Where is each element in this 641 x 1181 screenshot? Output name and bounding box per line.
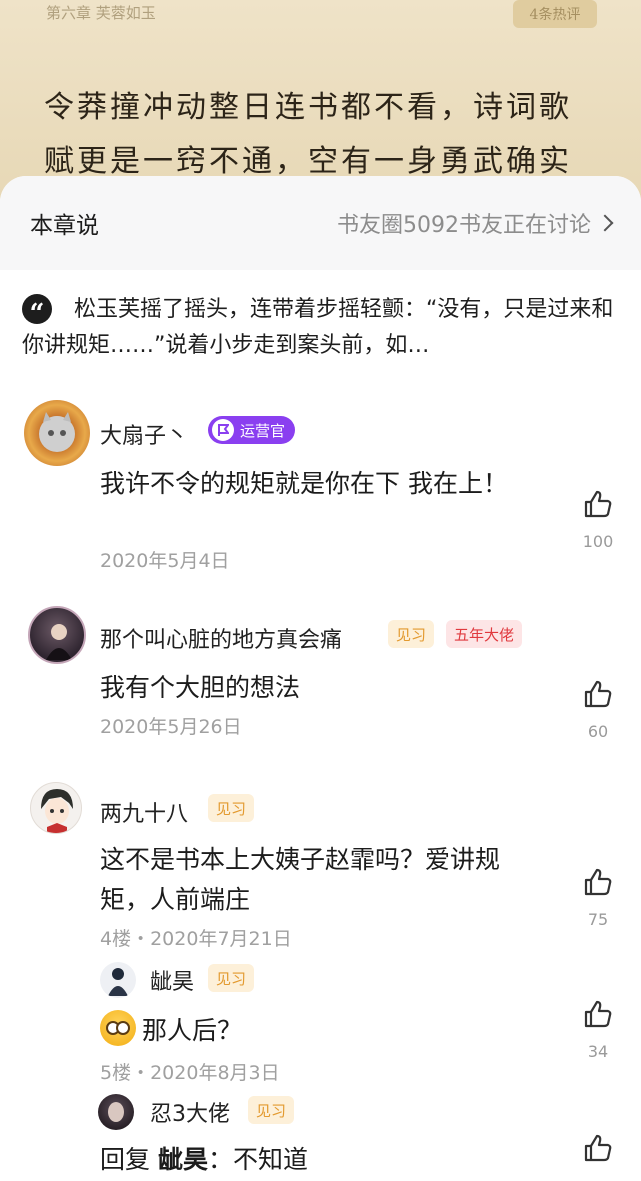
reply-text: 那人后？ (100, 1010, 540, 1051)
thumbs-up-icon (584, 1000, 612, 1028)
chapter-comments-sheet: 本章说 书友圈5092书友正在讨论 “ 松玉芙摇了摇头，连带着步摇轻颤：“没有，… (0, 176, 641, 1181)
comment-text: 这不是书本上大姨子赵霏吗？爱讲规矩，人前端庄 (100, 845, 501, 914)
comment-item: 那个叫心脏的地方真会痛 见习 五年大佬 我有个大胆的想法 2020年5月26日 … (0, 602, 641, 772)
like-count: 34 (587, 1042, 609, 1061)
flag-icon (212, 419, 234, 441)
quoted-passage-text: 松玉芙摇了摇头，连带着步摇轻颤：“没有，只是过来和你讲规矩……”说着小步走到案头… (22, 297, 614, 358)
thumbs-up-icon (584, 1134, 612, 1162)
figure-avatar-icon (108, 968, 128, 996)
badge-intern: 见习 (248, 1096, 295, 1124)
comment-meta: 5楼・2020年8月3日 (100, 1062, 280, 1084)
like-button[interactable] (578, 1132, 618, 1168)
comment-text: 我有个大胆的想法 (100, 673, 301, 702)
thumbs-up-icon (584, 868, 612, 896)
badge-operator: 运营官 (208, 416, 296, 444)
book-circle-label: 书友圈5092书友正在讨论 (337, 213, 591, 238)
reply-text-content: 那人后？ (142, 1016, 243, 1045)
badge-operator-label: 运营官 (240, 421, 286, 440)
comment-item: 两九十八 见习 这不是书本上大姨子赵霏吗？爱讲规矩，人前端庄 4楼・2020年7… (0, 780, 641, 970)
reply-mention[interactable]: 龇昊 (158, 1145, 208, 1174)
username[interactable]: 两九十八 (100, 796, 188, 828)
username[interactable]: 那个叫心脏的地方真会痛 (100, 622, 342, 654)
figure-avatar-icon (108, 1102, 124, 1122)
badge-intern: 见习 (208, 794, 255, 822)
username[interactable]: 大扇子丶 (100, 418, 188, 450)
like-button[interactable]: 75 (578, 866, 618, 929)
like-button[interactable]: 34 (578, 998, 618, 1061)
reply-text: 回复 龇昊：不知道 (100, 1140, 540, 1180)
reply-prefix: 回复 (100, 1145, 151, 1174)
username[interactable]: 忍3大佬 (150, 1096, 230, 1128)
like-button[interactable]: 100 (578, 488, 618, 551)
anime-boy-avatar-icon (41, 789, 73, 833)
reply-item: 龇昊 见习 那人后？ 5楼・2020年8月3日 34 (0, 958, 641, 1088)
reply-item: 忍3大佬 见习 回复 龇昊：不知道 (0, 1094, 641, 1181)
hot-comments-badge[interactable]: 4条热评 (513, 0, 597, 28)
reader-text-line: 令莽撞冲动整日连书都不看，诗词歌 (44, 90, 572, 125)
like-count: 100 (582, 532, 614, 551)
sheet-title: 本章说 (30, 213, 99, 239)
chapter-title: 第六章 芙蓉如玉 (46, 4, 156, 22)
chevron-right-icon (596, 214, 614, 232)
badge-intern: 见习 (208, 964, 255, 992)
sheet-header: 本章说 书友圈5092书友正在讨论 (0, 176, 641, 270)
avatar[interactable] (30, 782, 82, 834)
like-count: 60 (587, 722, 609, 741)
avatar[interactable] (28, 606, 86, 664)
username[interactable]: 龇昊 (150, 964, 194, 996)
thumbs-up-icon (584, 680, 612, 708)
comment-text: 我许不令的规矩就是你在下 我在上！ (100, 469, 508, 498)
like-button[interactable]: 60 (578, 678, 618, 741)
book-circle-link[interactable]: 书友圈5092书友正在讨论 (337, 207, 614, 239)
comment-date: 2020年5月26日 (100, 716, 242, 738)
avatar[interactable] (100, 962, 136, 998)
avatar[interactable] (98, 1094, 134, 1130)
reader-background: 第六章 芙蓉如玉 4条热评 令莽撞冲动整日连书都不看，诗词歌 赋更是一窍不通，空… (0, 0, 641, 200)
badge-intern: 见习 (388, 620, 435, 648)
quote-icon: “ (22, 294, 52, 327)
cat-avatar-icon (39, 412, 75, 452)
reply-text-content: ：不知道 (207, 1145, 308, 1174)
comment-meta: 4楼・2020年7月21日 (100, 928, 292, 950)
rolling-eyes-emoji-icon (100, 1010, 136, 1046)
thumbs-up-icon (584, 490, 612, 518)
comment-date: 2020年5月4日 (100, 550, 230, 572)
avatar[interactable] (24, 400, 90, 466)
comment-item: 大扇子丶 运营官 我许不令的规矩就是你在下 我在上！ 2020年5月4日 100 (0, 396, 641, 586)
reader-text-line: 赋更是一窍不通，空有一身勇武确实 (44, 144, 572, 179)
like-count: 75 (587, 910, 609, 929)
figure-avatar-icon (46, 624, 72, 660)
badge-veteran: 五年大佬 (446, 620, 523, 648)
quoted-passage[interactable]: “ 松玉芙摇了摇头，连带着步摇轻颤：“没有，只是过来和你讲规矩……”说着小步走到… (0, 270, 641, 376)
